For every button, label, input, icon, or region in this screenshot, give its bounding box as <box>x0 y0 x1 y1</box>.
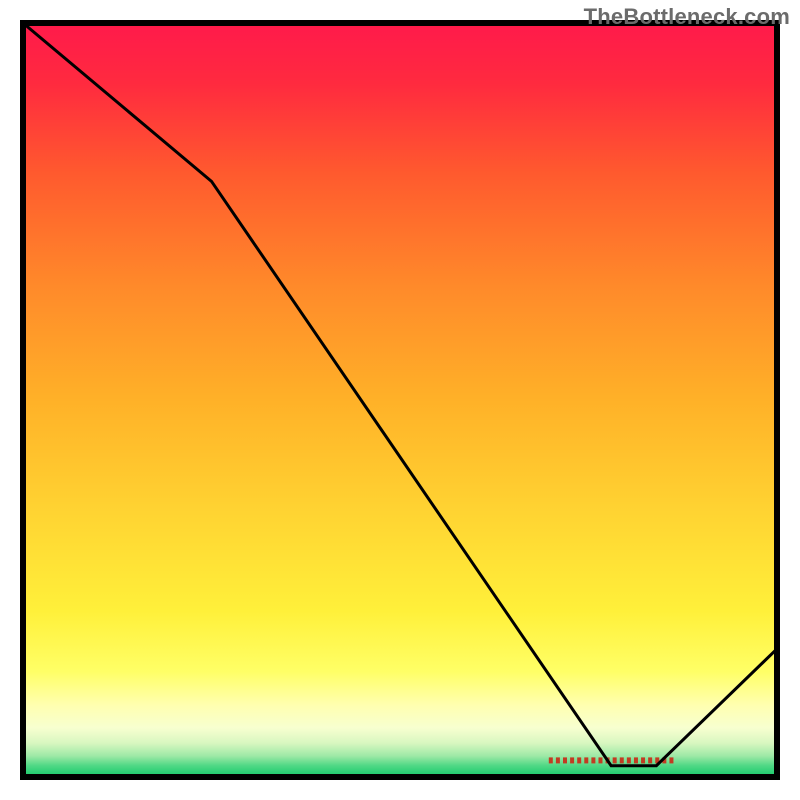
gradient-background <box>23 23 777 777</box>
bottleneck-chart <box>0 0 800 800</box>
chart-stage: TheBottleneck.com <box>0 0 800 800</box>
watermark-text: TheBottleneck.com <box>584 4 790 30</box>
